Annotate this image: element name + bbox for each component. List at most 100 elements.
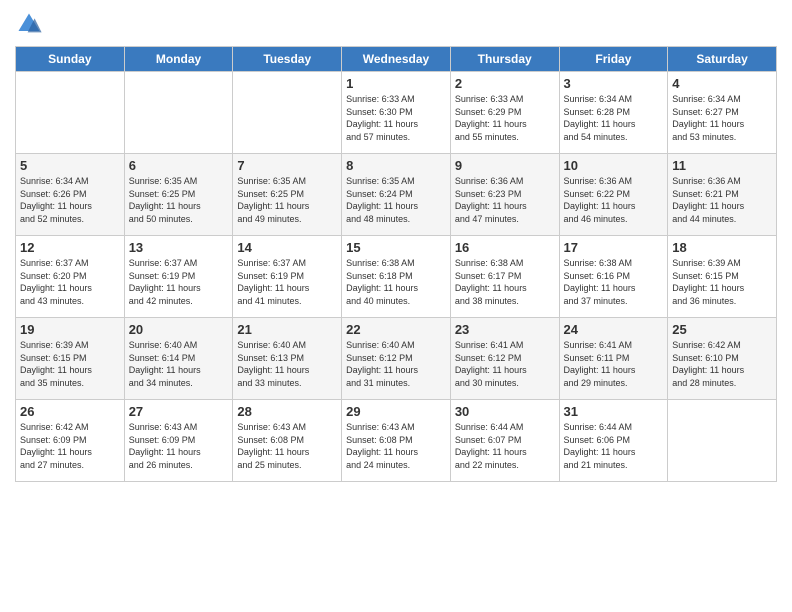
day-info: Sunrise: 6:39 AM Sunset: 6:15 PM Dayligh…: [672, 257, 772, 307]
day-info: Sunrise: 6:37 AM Sunset: 6:19 PM Dayligh…: [129, 257, 229, 307]
calendar-cell: 30 Sunrise: 6:44 AM Sunset: 6:07 PM Dayli…: [450, 400, 559, 482]
page: SundayMondayTuesdayWednesdayThursdayFrid…: [0, 0, 792, 612]
calendar-cell: 3Sunrise: 6:34 AM Sunset: 6:28 PM Daylig…: [559, 72, 668, 154]
day-info: Sunrise: 6:36 AM Sunset: 6:23 PM Dayligh…: [455, 175, 555, 225]
calendar-cell: 24Sunrise: 6:41 AM Sunset: 6:11 PM Dayli…: [559, 318, 668, 400]
day-number: 28: [237, 404, 337, 419]
day-number: 3: [564, 76, 664, 91]
logo: [15, 10, 47, 38]
calendar-cell: [16, 72, 125, 154]
calendar-cell: 21 Sunrise: 6:40 AM Sunset: 6:13 PM Dayli…: [233, 318, 342, 400]
day-info: Sunrise: 6:35 AM Sunset: 6:24 PM Dayligh…: [346, 175, 446, 225]
weekday-header-sunday: Sunday: [16, 47, 125, 72]
calendar-cell: [668, 400, 777, 482]
calendar-cell: 7Sunrise: 6:35 AM Sunset: 6:25 PM Daylig…: [233, 154, 342, 236]
calendar-cell: 31 Sunrise: 6:44 AM Sunset: 6:06 PM Dayli…: [559, 400, 668, 482]
day-info: Sunrise: 6:43 AM Sunset: 6:08 PM Dayligh…: [346, 421, 446, 471]
header: [15, 10, 777, 38]
day-number: 17: [564, 240, 664, 255]
day-number: 15: [346, 240, 446, 255]
calendar-cell: 15 Sunrise: 6:38 AM Sunset: 6:18 PM Dayli…: [342, 236, 451, 318]
day-number: 25: [672, 322, 772, 337]
calendar-cell: 9 Sunrise: 6:36 AM Sunset: 6:23 PM Daylig…: [450, 154, 559, 236]
day-info: Sunrise: 6:43 AM Sunset: 6:08 PM Dayligh…: [237, 421, 337, 471]
calendar-week-2: 5 Sunrise: 6:34 AM Sunset: 6:26 PM Daylig…: [16, 154, 777, 236]
calendar-cell: 23 Sunrise: 6:41 AM Sunset: 6:12 PM Dayli…: [450, 318, 559, 400]
day-info: Sunrise: 6:41 AM Sunset: 6:12 PM Dayligh…: [455, 339, 555, 389]
weekday-header-tuesday: Tuesday: [233, 47, 342, 72]
day-info: Sunrise: 6:42 AM Sunset: 6:09 PM Dayligh…: [20, 421, 120, 471]
calendar-cell: 11Sunrise: 6:36 AM Sunset: 6:21 PM Dayli…: [668, 154, 777, 236]
day-number: 2: [455, 76, 555, 91]
calendar-week-4: 19 Sunrise: 6:39 AM Sunset: 6:15 PM Dayli…: [16, 318, 777, 400]
day-info: Sunrise: 6:33 AM Sunset: 6:29 PM Dayligh…: [455, 93, 555, 143]
calendar-cell: 17 Sunrise: 6:38 AM Sunset: 6:16 PM Dayli…: [559, 236, 668, 318]
day-info: Sunrise: 6:38 AM Sunset: 6:16 PM Dayligh…: [564, 257, 664, 307]
day-number: 13: [129, 240, 229, 255]
calendar-week-1: 1Sunrise: 6:33 AM Sunset: 6:30 PM Daylig…: [16, 72, 777, 154]
day-info: Sunrise: 6:38 AM Sunset: 6:17 PM Dayligh…: [455, 257, 555, 307]
day-info: Sunrise: 6:34 AM Sunset: 6:26 PM Dayligh…: [20, 175, 120, 225]
day-number: 24: [564, 322, 664, 337]
weekday-header-monday: Monday: [124, 47, 233, 72]
day-info: Sunrise: 6:35 AM Sunset: 6:25 PM Dayligh…: [237, 175, 337, 225]
calendar-cell: 20Sunrise: 6:40 AM Sunset: 6:14 PM Dayli…: [124, 318, 233, 400]
day-number: 10: [564, 158, 664, 173]
calendar-cell: 22 Sunrise: 6:40 AM Sunset: 6:12 PM Dayli…: [342, 318, 451, 400]
calendar-cell: 12 Sunrise: 6:37 AM Sunset: 6:20 PM Dayli…: [16, 236, 125, 318]
day-number: 6: [129, 158, 229, 173]
calendar-cell: 10Sunrise: 6:36 AM Sunset: 6:22 PM Dayli…: [559, 154, 668, 236]
day-info: Sunrise: 6:39 AM Sunset: 6:15 PM Dayligh…: [20, 339, 120, 389]
calendar-cell: 6 Sunrise: 6:35 AM Sunset: 6:25 PM Daylig…: [124, 154, 233, 236]
weekday-header-thursday: Thursday: [450, 47, 559, 72]
day-number: 9: [455, 158, 555, 173]
day-number: 29: [346, 404, 446, 419]
calendar-week-3: 12 Sunrise: 6:37 AM Sunset: 6:20 PM Dayli…: [16, 236, 777, 318]
day-info: Sunrise: 6:33 AM Sunset: 6:30 PM Dayligh…: [346, 93, 446, 143]
day-number: 27: [129, 404, 229, 419]
calendar-cell: [124, 72, 233, 154]
day-info: Sunrise: 6:35 AM Sunset: 6:25 PM Dayligh…: [129, 175, 229, 225]
weekday-header-row: SundayMondayTuesdayWednesdayThursdayFrid…: [16, 47, 777, 72]
day-number: 18: [672, 240, 772, 255]
day-number: 20: [129, 322, 229, 337]
day-info: Sunrise: 6:42 AM Sunset: 6:10 PM Dayligh…: [672, 339, 772, 389]
day-number: 21: [237, 322, 337, 337]
day-number: 12: [20, 240, 120, 255]
calendar-cell: 13 Sunrise: 6:37 AM Sunset: 6:19 PM Dayli…: [124, 236, 233, 318]
day-info: Sunrise: 6:38 AM Sunset: 6:18 PM Dayligh…: [346, 257, 446, 307]
logo-icon: [15, 10, 43, 38]
weekday-header-saturday: Saturday: [668, 47, 777, 72]
day-number: 5: [20, 158, 120, 173]
calendar-cell: 29 Sunrise: 6:43 AM Sunset: 6:08 PM Dayli…: [342, 400, 451, 482]
day-number: 14: [237, 240, 337, 255]
calendar-cell: 26 Sunrise: 6:42 AM Sunset: 6:09 PM Dayli…: [16, 400, 125, 482]
calendar-week-5: 26 Sunrise: 6:42 AM Sunset: 6:09 PM Dayli…: [16, 400, 777, 482]
day-number: 22: [346, 322, 446, 337]
calendar-cell: 5 Sunrise: 6:34 AM Sunset: 6:26 PM Daylig…: [16, 154, 125, 236]
day-number: 26: [20, 404, 120, 419]
weekday-header-friday: Friday: [559, 47, 668, 72]
day-info: Sunrise: 6:37 AM Sunset: 6:20 PM Dayligh…: [20, 257, 120, 307]
calendar-cell: 4Sunrise: 6:34 AM Sunset: 6:27 PM Daylig…: [668, 72, 777, 154]
day-info: Sunrise: 6:37 AM Sunset: 6:19 PM Dayligh…: [237, 257, 337, 307]
calendar-cell: 19 Sunrise: 6:39 AM Sunset: 6:15 PM Dayli…: [16, 318, 125, 400]
day-info: Sunrise: 6:40 AM Sunset: 6:12 PM Dayligh…: [346, 339, 446, 389]
day-info: Sunrise: 6:44 AM Sunset: 6:07 PM Dayligh…: [455, 421, 555, 471]
calendar-cell: 25 Sunrise: 6:42 AM Sunset: 6:10 PM Dayli…: [668, 318, 777, 400]
day-info: Sunrise: 6:36 AM Sunset: 6:21 PM Dayligh…: [672, 175, 772, 225]
weekday-header-wednesday: Wednesday: [342, 47, 451, 72]
calendar-cell: 2 Sunrise: 6:33 AM Sunset: 6:29 PM Daylig…: [450, 72, 559, 154]
calendar-cell: 1Sunrise: 6:33 AM Sunset: 6:30 PM Daylig…: [342, 72, 451, 154]
calendar-cell: 28 Sunrise: 6:43 AM Sunset: 6:08 PM Dayli…: [233, 400, 342, 482]
calendar-table: SundayMondayTuesdayWednesdayThursdayFrid…: [15, 46, 777, 482]
day-number: 23: [455, 322, 555, 337]
day-info: Sunrise: 6:44 AM Sunset: 6:06 PM Dayligh…: [564, 421, 664, 471]
day-info: Sunrise: 6:43 AM Sunset: 6:09 PM Dayligh…: [129, 421, 229, 471]
day-number: 31: [564, 404, 664, 419]
day-number: 19: [20, 322, 120, 337]
calendar-cell: 8Sunrise: 6:35 AM Sunset: 6:24 PM Daylig…: [342, 154, 451, 236]
day-number: 30: [455, 404, 555, 419]
day-info: Sunrise: 6:40 AM Sunset: 6:13 PM Dayligh…: [237, 339, 337, 389]
day-info: Sunrise: 6:34 AM Sunset: 6:27 PM Dayligh…: [672, 93, 772, 143]
